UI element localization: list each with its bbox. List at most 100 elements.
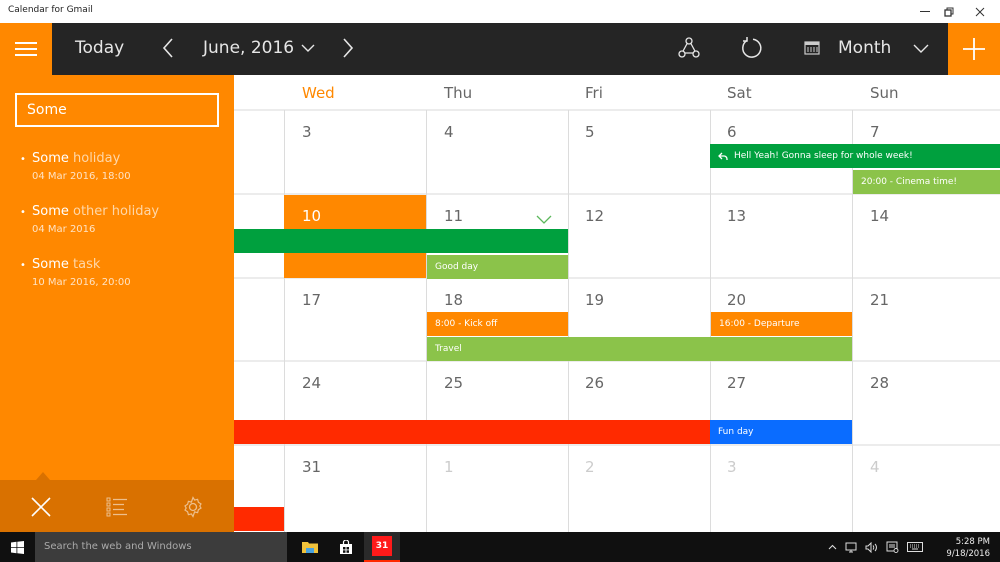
day-cell-other-month[interactable]: 1 <box>444 458 454 476</box>
day-cell[interactable]: 14 <box>870 207 889 225</box>
bullet: • <box>20 207 26 218</box>
event-green-span[interactable] <box>234 229 568 253</box>
day-cell[interactable]: 28 <box>870 374 889 392</box>
day-cell[interactable]: 17 <box>302 291 321 309</box>
current-period[interactable]: June, 2016 <box>203 38 294 58</box>
weekday-header: Thu <box>444 84 473 102</box>
today-button[interactable]: Today <box>75 38 124 58</box>
keyboard-icon[interactable] <box>907 542 923 552</box>
search-result-item[interactable]: • Some task 10 Mar 2016, 20:00 <box>20 257 230 293</box>
day-cell-other-month[interactable]: 4 <box>870 458 880 476</box>
search-input[interactable] <box>15 93 219 127</box>
bullet: • <box>20 260 26 271</box>
event-label: 8:00 - Kick off <box>435 319 498 329</box>
next-month-button[interactable] <box>338 35 358 61</box>
window-title: Calendar for Gmail <box>8 5 93 15</box>
day-cell[interactable]: 19 <box>585 291 604 309</box>
event-kick-off[interactable]: 8:00 - Kick off <box>427 312 568 336</box>
windows-taskbar: Search the web and Windows 31 5:28 PM 9/… <box>0 532 1000 562</box>
taskbar-store[interactable] <box>328 532 364 562</box>
system-tray <box>828 532 923 562</box>
day-cell[interactable]: 18 <box>444 291 463 309</box>
day-cell[interactable]: 13 <box>727 207 746 225</box>
day-cell-today[interactable]: 10 <box>302 207 321 225</box>
view-dropdown-button[interactable] <box>910 35 932 61</box>
day-cell[interactable]: 3 <box>302 123 312 141</box>
result-match: Some <box>32 204 69 219</box>
close-search-button[interactable] <box>26 492 56 522</box>
day-cell-other-month[interactable]: 3 <box>727 458 737 476</box>
search-result-item[interactable]: • Some other holiday 04 Mar 2016 <box>20 204 230 240</box>
view-selector-icon-wrap[interactable] <box>802 35 822 61</box>
day-cell[interactable]: 27 <box>727 374 746 392</box>
day-cell[interactable]: 5 <box>585 123 595 141</box>
event-label: Fun day <box>718 427 754 437</box>
calendar-icon <box>804 41 820 55</box>
event-red-span-continued[interactable] <box>234 507 284 531</box>
taskbar-search[interactable]: Search the web and Windows <box>35 532 287 562</box>
clock-time: 5:28 PM <box>955 537 990 547</box>
column-divider <box>284 110 285 532</box>
share-icon <box>678 37 700 58</box>
list-icon <box>106 497 127 517</box>
add-event-button[interactable] <box>948 23 1000 75</box>
day-cell[interactable]: 21 <box>870 291 889 309</box>
day-cell[interactable]: 26 <box>585 374 604 392</box>
day-cell-other-month[interactable]: 2 <box>585 458 595 476</box>
day-cell[interactable]: 11 <box>444 207 463 225</box>
start-button[interactable] <box>0 532 35 562</box>
view-selector[interactable]: Month <box>838 38 891 58</box>
volume-icon[interactable] <box>865 541 878 553</box>
search-result-item[interactable]: • Some holiday 04 Mar 2016, 18:00 <box>20 151 230 187</box>
windows-logo-icon <box>11 540 24 554</box>
bullet: • <box>20 154 26 165</box>
chevron-down-icon <box>913 44 929 53</box>
previous-month-button[interactable] <box>158 35 178 61</box>
expand-day-button[interactable] <box>536 209 552 224</box>
result-title: Some task <box>32 257 100 272</box>
taskbar-file-explorer[interactable] <box>292 532 328 562</box>
active-indicator <box>36 472 50 480</box>
list-view-button[interactable] <box>102 492 132 522</box>
system-clock[interactable]: 5:28 PM 9/18/2016 <box>946 536 990 560</box>
weekday-header: Wed <box>302 84 335 102</box>
day-cell[interactable]: 7 <box>870 123 880 141</box>
add-icon <box>963 38 985 60</box>
period-dropdown-button[interactable] <box>298 35 318 61</box>
network-icon[interactable] <box>845 542 857 553</box>
day-cell[interactable]: 24 <box>302 374 321 392</box>
close-window-button[interactable] <box>965 0 995 23</box>
menu-button[interactable] <box>0 23 52 75</box>
chevron-down-icon <box>536 215 552 224</box>
restore-button[interactable] <box>934 0 964 23</box>
sidebar-footer <box>0 472 234 532</box>
settings-button[interactable] <box>178 492 208 522</box>
calendar-app-label: 31 <box>375 541 389 551</box>
day-cell[interactable]: 12 <box>585 207 604 225</box>
event-departure[interactable]: 16:00 - Departure <box>711 312 852 336</box>
event-sleep-week[interactable]: Hell Yeah! Gonna sleep for whole week! <box>710 144 1000 168</box>
taskbar-calendar-app[interactable]: 31 <box>364 532 400 562</box>
day-cell[interactable]: 20 <box>727 291 746 309</box>
day-cell[interactable]: 25 <box>444 374 463 392</box>
event-fun-day[interactable]: Fun day <box>710 420 852 444</box>
settings-icon <box>184 496 202 518</box>
chevron-up-icon[interactable] <box>828 544 837 550</box>
event-label: 16:00 - Departure <box>719 319 800 329</box>
day-cell[interactable]: 4 <box>444 123 454 141</box>
event-cinema[interactable]: 20:00 - Cinema time! <box>853 170 1000 194</box>
refresh-button[interactable] <box>738 35 764 61</box>
result-title: Some other holiday <box>32 204 159 219</box>
share-button[interactable] <box>676 35 702 61</box>
day-cell[interactable]: 31 <box>302 458 321 476</box>
event-red-span[interactable] <box>234 420 710 444</box>
weekday-header: Sat <box>727 84 752 102</box>
day-cell[interactable]: 6 <box>727 123 737 141</box>
action-center-icon[interactable] <box>886 541 899 553</box>
result-match: Some <box>32 151 69 166</box>
result-rest: task <box>68 257 101 272</box>
file-explorer-icon <box>302 542 318 553</box>
event-good-day[interactable]: Good day <box>427 255 568 279</box>
result-date: 10 Mar 2016, 20:00 <box>32 277 131 288</box>
event-travel[interactable]: Travel <box>427 337 852 361</box>
